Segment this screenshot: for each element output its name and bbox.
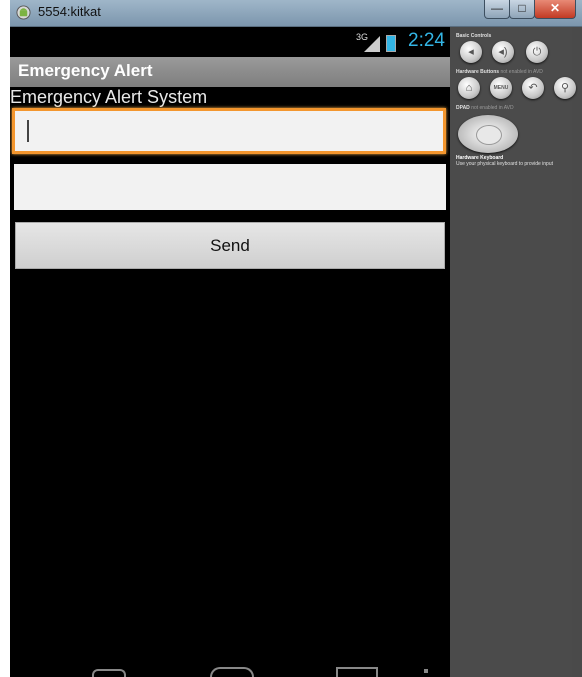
- minimize-button[interactable]: —: [484, 0, 510, 19]
- action-bar: Emergency Alert: [10, 57, 450, 87]
- dpad-label: DPAD: [456, 105, 470, 111]
- hardware-keyboard-info: Hardware Keyboard Use your physical keyb…: [456, 155, 553, 167]
- device-screen: 3G 2:24 Emergency Alert Emergency Alert …: [10, 27, 450, 677]
- dpad-control[interactable]: [458, 115, 518, 153]
- alert-input-1-field[interactable]: [15, 111, 443, 151]
- basic-controls-header: Basic Controls: [456, 33, 492, 39]
- status-clock: 2:24: [408, 30, 445, 51]
- dpad-header: DPAD not enabled in AVD: [456, 105, 514, 111]
- send-button[interactable]: Send: [15, 222, 445, 269]
- recent-apps-icon[interactable]: [336, 667, 378, 677]
- volume-down-icon[interactable]: ◂: [460, 41, 482, 63]
- signal-icon: [364, 36, 380, 52]
- status-bar: 3G 2:24: [10, 27, 450, 57]
- app-title: Emergency Alert: [18, 61, 153, 80]
- hardware-buttons-label: Hardware Buttons: [456, 69, 500, 75]
- menu-button[interactable]: MENU: [490, 77, 512, 99]
- maximize-button[interactable]: □: [509, 0, 535, 19]
- text-cursor: [27, 120, 29, 142]
- navigation-bar: [10, 659, 450, 677]
- power-icon[interactable]: ⏻: [526, 41, 548, 63]
- volume-up-icon[interactable]: ◂): [492, 41, 514, 63]
- page-label: Emergency Alert System: [10, 87, 208, 107]
- android-icon: [16, 5, 31, 20]
- battery-icon: [386, 35, 396, 52]
- emulator-controls-panel: Basic Controls ◂ ◂) ⏻ Hardware Buttons n…: [450, 27, 576, 677]
- hardware-buttons-header: Hardware Buttons not enabled in AVD: [456, 69, 543, 75]
- home-button-icon[interactable]: ⌂: [458, 77, 480, 99]
- back-button-icon[interactable]: ↶: [522, 77, 544, 99]
- dpad-note: not enabled in AVD: [471, 105, 514, 111]
- back-icon[interactable]: [92, 669, 126, 677]
- close-button[interactable]: ✕: [534, 0, 576, 19]
- overflow-menu-icon[interactable]: [424, 669, 428, 673]
- hardware-buttons-note: not enabled in AVD: [500, 69, 543, 75]
- hardware-keyboard-text: Use your physical keyboard to provide in…: [456, 161, 553, 167]
- alert-input-1[interactable]: [12, 108, 446, 154]
- window-titlebar[interactable]: 5554:kitkat — □ ✕: [10, 0, 582, 27]
- home-icon[interactable]: [210, 667, 254, 677]
- dpad-center[interactable]: [476, 125, 502, 145]
- search-icon[interactable]: ⚲: [554, 77, 576, 99]
- window-title: 5554:kitkat: [38, 4, 101, 19]
- alert-input-2-field[interactable]: [14, 164, 446, 210]
- alert-input-2[interactable]: [14, 164, 446, 210]
